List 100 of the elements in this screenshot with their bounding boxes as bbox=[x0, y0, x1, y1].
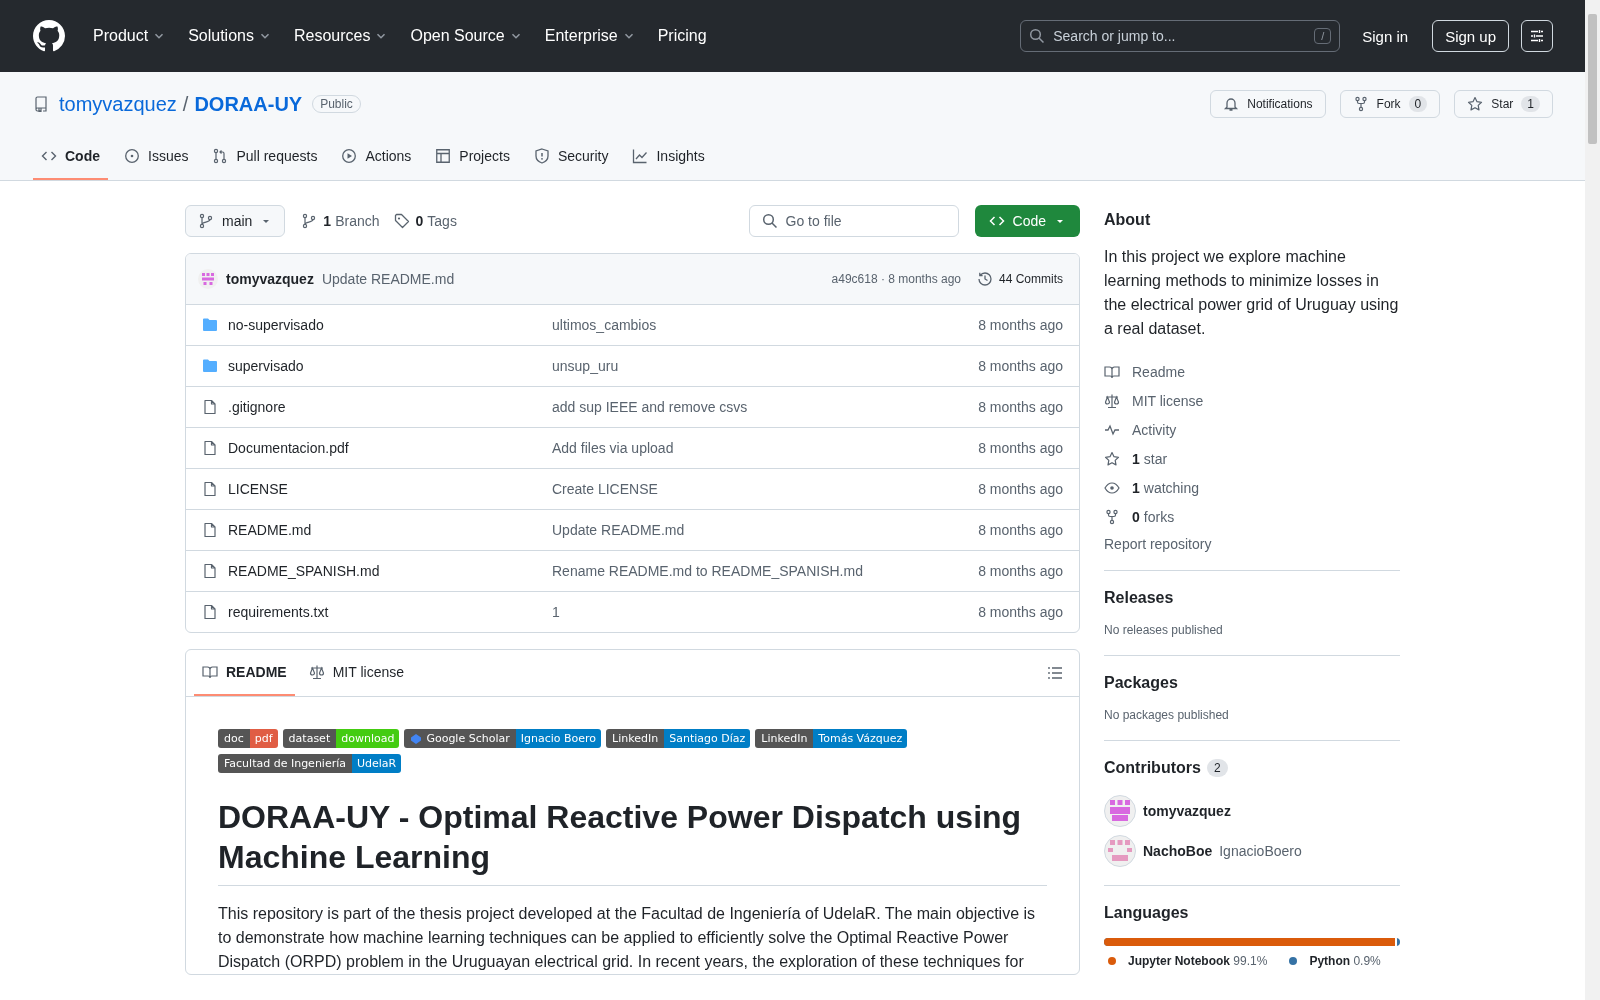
table-icon bbox=[435, 148, 452, 164]
branches-link[interactable]: 1 Branch bbox=[301, 213, 380, 229]
file-name-link[interactable]: LICENSE bbox=[228, 481, 542, 497]
history-icon bbox=[977, 271, 993, 287]
repository-tab[interactable]: Actions bbox=[333, 144, 420, 180]
contributor-link[interactable]: NachoBoe bbox=[1143, 843, 1213, 859]
file-name-link[interactable]: README_SPANISH.md bbox=[228, 563, 542, 579]
about-link[interactable]: MIT license bbox=[1104, 386, 1400, 415]
repository-tab[interactable]: Code bbox=[33, 144, 108, 180]
owner-link[interactable]: tomyvazquez bbox=[59, 92, 177, 116]
nav-menu-item[interactable]: Enterprise bbox=[536, 23, 644, 49]
go-to-file-field[interactable]: Go to file bbox=[748, 205, 959, 237]
commit-time: 8 months ago bbox=[978, 481, 1063, 497]
repository-tab[interactable]: Pull requests bbox=[204, 144, 326, 180]
commit-time: 8 months ago bbox=[978, 604, 1063, 620]
commit-message-link[interactable]: Create LICENSE bbox=[552, 481, 969, 497]
repository-tab[interactable]: Projects bbox=[427, 144, 518, 180]
repository-name-link[interactable]: DORAA-UY bbox=[194, 92, 303, 116]
fork-button[interactable]: Fork 0 bbox=[1339, 90, 1441, 118]
packages-heading[interactable]: Packages bbox=[1104, 674, 1400, 692]
book-icon bbox=[202, 664, 218, 680]
fork-icon bbox=[1352, 96, 1369, 112]
releases-note: No releases published bbox=[1104, 623, 1224, 637]
file-icon bbox=[202, 604, 218, 620]
sign-up-button[interactable]: Sign up bbox=[1432, 20, 1509, 52]
language-link[interactable]: Python 0.9% bbox=[1289, 954, 1381, 968]
tags-link[interactable]: 0 Tags bbox=[393, 213, 457, 229]
play-icon bbox=[341, 148, 358, 164]
commit-message-link[interactable]: Update README.md bbox=[552, 522, 969, 538]
sign-in-link[interactable]: Sign in bbox=[1362, 27, 1409, 45]
file-name-link[interactable]: Documentacion.pdf bbox=[228, 440, 542, 456]
graph-icon bbox=[632, 148, 649, 164]
search-field[interactable]: Search or jump to... / bbox=[1020, 20, 1341, 52]
report-repository-link[interactable]: Report repository bbox=[1104, 536, 1400, 552]
about-link[interactable]: 1 watching bbox=[1104, 473, 1400, 502]
commit-message-link[interactable]: Update README.md bbox=[321, 271, 455, 287]
commit-time: 8 months ago bbox=[978, 358, 1063, 374]
commit-time: 8 months ago bbox=[978, 522, 1063, 538]
avatar-icon[interactable] bbox=[1104, 835, 1136, 867]
releases-heading[interactable]: Releases bbox=[1104, 589, 1400, 607]
file-name-link[interactable]: requirements.txt bbox=[228, 604, 542, 620]
language-link[interactable]: Jupyter Notebook 99.1% bbox=[1108, 954, 1268, 968]
commit-message-link[interactable]: 1 bbox=[552, 604, 969, 620]
settings-button[interactable] bbox=[1521, 20, 1553, 52]
commit-message-link[interactable]: Add files via upload bbox=[552, 440, 969, 456]
avatar-icon[interactable] bbox=[1104, 795, 1136, 827]
file-name-link[interactable]: README.md bbox=[228, 522, 542, 538]
commit-author-link[interactable]: tomyvazquez bbox=[226, 271, 314, 287]
readme-tab[interactable]: README bbox=[194, 650, 295, 696]
readme-heading: DORAA-UY - Optimal Reactive Power Dispatch using Machine Learning bbox=[218, 797, 1047, 886]
repository-tab[interactable]: Insights bbox=[624, 144, 713, 180]
nav-menu-item[interactable]: Solutions bbox=[180, 23, 280, 49]
nav-menu-item[interactable]: Open Source bbox=[402, 23, 531, 49]
commit-message-link[interactable]: add sup IEEE and remove csvs bbox=[552, 399, 969, 415]
about-link[interactable]: Readme bbox=[1104, 357, 1400, 386]
file-name-link[interactable]: supervisado bbox=[228, 358, 542, 374]
file-name-link[interactable]: .gitignore bbox=[228, 399, 542, 415]
repository-tab[interactable]: Issues bbox=[116, 144, 197, 180]
search-icon bbox=[761, 213, 778, 229]
path-separator: / bbox=[182, 92, 189, 116]
contributor-link[interactable]: tomyvazquez bbox=[1143, 803, 1231, 819]
book-icon bbox=[1104, 363, 1120, 380]
commit-time: 8 months ago bbox=[978, 563, 1063, 579]
scrollbar[interactable] bbox=[1585, 0, 1600, 1000]
branch-selector[interactable]: main bbox=[185, 205, 286, 237]
file-name-link[interactable]: no-supervisado bbox=[228, 317, 542, 333]
pull-request-icon bbox=[212, 148, 229, 164]
avatar-icon bbox=[198, 269, 218, 289]
commits-link[interactable]: 44 Commits bbox=[977, 271, 1063, 287]
notifications-button[interactable]: Notifications bbox=[1210, 90, 1326, 118]
repository-tab[interactable]: Security bbox=[525, 144, 617, 180]
file-icon bbox=[202, 440, 218, 456]
readme-tab[interactable]: MIT license bbox=[300, 650, 412, 696]
star-button[interactable]: Star 1 bbox=[1454, 90, 1553, 118]
repo-icon bbox=[33, 96, 49, 112]
github-logo-icon[interactable] bbox=[33, 20, 65, 52]
contributors-heading[interactable]: Contributors bbox=[1104, 759, 1201, 777]
commit-message-link[interactable]: Rename README.md to README_SPANISH.md bbox=[552, 563, 969, 579]
code-button[interactable]: Code bbox=[974, 205, 1080, 237]
search-icon bbox=[1029, 28, 1046, 44]
sliders-icon bbox=[1529, 28, 1545, 44]
about-description: In this project we explore machine learning methods to minimize losses in the electrical power grid of Uruguay using a real dataset. bbox=[1104, 247, 1400, 339]
commit-message-link[interactable]: unsup_uru bbox=[552, 358, 969, 374]
about-link[interactable]: 1 star bbox=[1104, 444, 1400, 473]
nav-menu-item[interactable]: Product bbox=[85, 23, 175, 49]
outline-list-icon[interactable] bbox=[1047, 665, 1063, 681]
nav-menu-item[interactable]: Pricing bbox=[649, 23, 715, 49]
branch-icon bbox=[198, 213, 214, 229]
commit-hash-and-time: a49c618 · 8 months ago bbox=[831, 272, 961, 286]
file-icon bbox=[202, 481, 218, 497]
commit-time: 8 months ago bbox=[978, 317, 1063, 333]
commit-message-link[interactable]: ultimos_cambios bbox=[552, 317, 969, 333]
about-link[interactable]: 0 forks bbox=[1104, 502, 1400, 531]
nav-menu-item[interactable]: Resources bbox=[285, 23, 397, 49]
commit-time: 8 months ago bbox=[978, 440, 1063, 456]
star-icon bbox=[1104, 450, 1120, 467]
shield-icon bbox=[533, 148, 550, 164]
folder-icon bbox=[202, 317, 218, 333]
shortcut-key: / bbox=[1314, 28, 1332, 44]
about-link[interactable]: Activity bbox=[1104, 415, 1400, 444]
